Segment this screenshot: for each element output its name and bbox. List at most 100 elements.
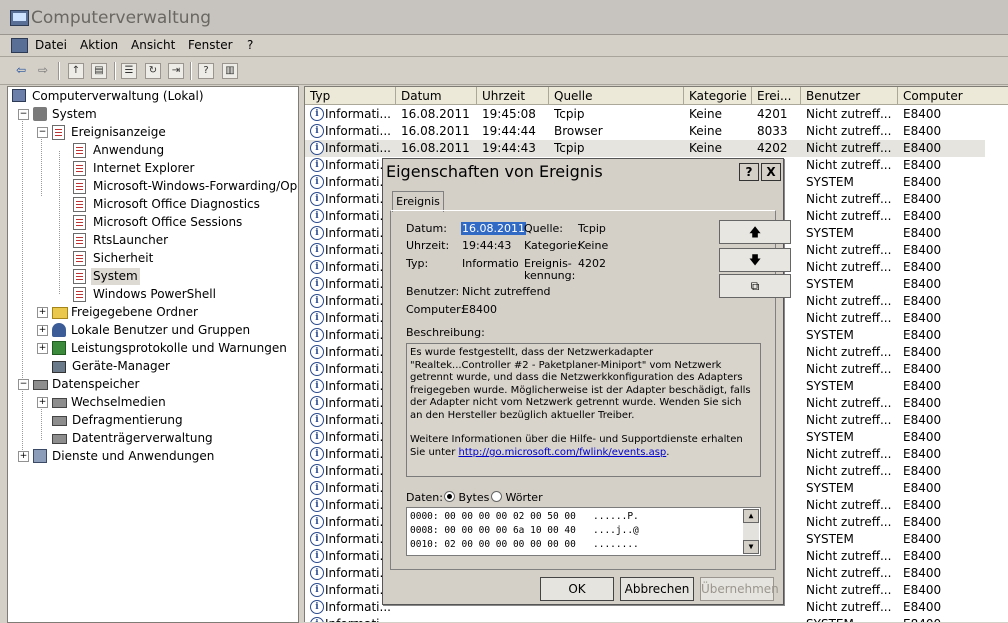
- apply-button[interactable]: Übernehmen: [700, 577, 779, 601]
- column-header-quelle[interactable]: Quelle: [549, 87, 684, 105]
- menu-datei[interactable]: Datei: [35, 38, 67, 52]
- data-label: Daten:: [406, 491, 443, 504]
- cell-user: Nicht zutreff...: [806, 396, 892, 410]
- information-icon: i: [310, 413, 324, 427]
- cell-computer: E8400: [903, 243, 942, 257]
- event-log-icon: [73, 269, 86, 284]
- tab-ereignis[interactable]: Ereignis: [392, 191, 444, 212]
- cell-user: Nicht zutreff...: [806, 515, 892, 529]
- hex-scrollbar[interactable]: ▲ ▼: [743, 509, 759, 554]
- back-arrow-icon[interactable]: ⇦: [12, 61, 30, 79]
- cancel-button[interactable]: Abbrechen: [620, 577, 694, 601]
- show-hide-tree-icon[interactable]: ▤: [91, 63, 107, 79]
- column-header-uhrzeit[interactable]: Uhrzeit: [477, 87, 549, 105]
- cell-computer: E8400: [903, 413, 942, 427]
- cell-computer: E8400: [903, 141, 942, 155]
- refresh-icon[interactable]: ↻: [145, 63, 161, 79]
- column-header-datum[interactable]: Datum: [396, 87, 477, 105]
- cell-computer: E8400: [903, 226, 942, 240]
- cell-computer: E8400: [903, 209, 942, 223]
- table-row[interactable]: i Informati... 16.08.2011 19:44:44 Browser Ke…: [305, 123, 985, 140]
- information-icon: i: [310, 311, 324, 325]
- cell-computer: E8400: [903, 124, 942, 138]
- radio-words[interactable]: Wörter: [491, 491, 543, 504]
- help-topics-icon[interactable]: ▥: [222, 63, 238, 79]
- cell-computer: E8400: [903, 532, 942, 546]
- expand-icon[interactable]: +: [37, 307, 48, 318]
- cell-user: Nicht zutreff...: [806, 549, 892, 563]
- description-link[interactable]: http://go.microsoft.com/fwlink/events.as…: [459, 447, 667, 458]
- cell-computer: E8400: [903, 328, 942, 342]
- cell-computer: E8400: [903, 158, 942, 172]
- collapse-icon[interactable]: −: [18, 109, 29, 120]
- ok-button[interactable]: OK: [540, 577, 614, 601]
- dialog-help-button[interactable]: ?: [739, 163, 759, 181]
- help-icon[interactable]: ?: [198, 63, 214, 79]
- information-icon: i: [310, 532, 324, 546]
- expand-icon[interactable]: +: [37, 397, 48, 408]
- description-box[interactable]: Es wurde festgestellt, dass der Netzwerk…: [406, 343, 761, 477]
- properties-icon[interactable]: ☰: [121, 63, 137, 79]
- radio-bytes-dot[interactable]: [444, 491, 455, 502]
- event-log-icon: [73, 161, 86, 176]
- radio-bytes[interactable]: Bytes: [444, 491, 489, 504]
- cell-user: Nicht zutreff...: [806, 447, 892, 461]
- scroll-up-icon[interactable]: ▲: [743, 509, 759, 523]
- type-value: Information: [462, 257, 518, 270]
- information-icon: i: [310, 583, 324, 597]
- event-log-icon: [73, 251, 86, 266]
- radio-words-dot[interactable]: [491, 491, 502, 502]
- description-more: Weitere Informationen über die Hilfe- un…: [410, 434, 757, 459]
- scroll-down-icon[interactable]: ▼: [743, 540, 759, 554]
- column-header-ereignis[interactable]: Erei...: [752, 87, 801, 105]
- column-header-benutzer[interactable]: Benutzer: [801, 87, 898, 105]
- menu-help[interactable]: ?: [247, 38, 253, 52]
- collapse-icon[interactable]: −: [18, 379, 29, 390]
- cell-computer: E8400: [903, 498, 942, 512]
- hex-data-box[interactable]: 0000: 00 00 00 00 02 00 50 00 ......P. 0…: [406, 507, 761, 556]
- table-row[interactable]: i Informati... 16.08.2011 19:44:43 Tcpip Kein…: [305, 140, 985, 157]
- cell-user: Nicht zutreff...: [806, 413, 892, 427]
- copy-button[interactable]: ⧉: [719, 274, 791, 298]
- cell-user: Nicht zutreff...: [806, 192, 892, 206]
- forward-arrow-icon[interactable]: ⇨: [34, 61, 52, 79]
- menu-ansicht[interactable]: Ansicht: [131, 38, 175, 52]
- menu-aktion[interactable]: Aktion: [80, 38, 118, 52]
- cell-computer: E8400: [903, 311, 942, 325]
- export-list-icon[interactable]: ⇥: [168, 63, 184, 79]
- source-value: Tcpip: [578, 222, 606, 235]
- cell-user: Nicht zutreff...: [806, 566, 892, 580]
- up-folder-icon[interactable]: ↑: [68, 63, 84, 79]
- collapse-icon[interactable]: −: [37, 127, 48, 138]
- next-event-button[interactable]: 🡇: [719, 248, 791, 272]
- cell-time: 19:45:08: [482, 107, 536, 121]
- column-header-computer[interactable]: Computer: [898, 87, 1008, 105]
- column-header-typ[interactable]: Typ: [305, 87, 396, 105]
- dialog-close-button[interactable]: X: [761, 163, 781, 181]
- shared-folder-icon: [52, 307, 68, 319]
- cell-user: Nicht zutreff...: [806, 260, 892, 274]
- hex-line: 0010: 02 00 00 00 00 00 00 00 ........: [410, 539, 639, 550]
- defrag-icon: [52, 416, 67, 426]
- information-icon: i: [310, 226, 324, 240]
- expand-icon[interactable]: +: [18, 451, 29, 462]
- expand-icon[interactable]: +: [37, 325, 48, 336]
- cell-computer: E8400: [903, 192, 942, 206]
- cell-computer: E8400: [903, 549, 942, 563]
- information-icon: i: [310, 158, 324, 172]
- previous-event-button[interactable]: 🡅: [719, 220, 791, 244]
- system-menu-icon[interactable]: [11, 38, 28, 53]
- cell-computer: E8400: [903, 396, 942, 410]
- cell-user: SYSTEM: [806, 430, 854, 444]
- user-label: Benutzer:: [406, 285, 460, 298]
- performance-icon: [52, 341, 66, 355]
- table-row[interactable]: i Informati... 16.08.2011 19:45:08 Tcpip Kein…: [305, 106, 985, 123]
- information-icon: i: [310, 447, 324, 461]
- system-tools-icon: [33, 107, 47, 121]
- table-row[interactable]: iInformati...SYSTEME8400: [305, 616, 985, 622]
- column-header-kategorie[interactable]: Kategorie: [684, 87, 752, 105]
- time-value: 19:44:43: [462, 239, 512, 252]
- menu-fenster[interactable]: Fenster: [188, 38, 233, 52]
- dialog-title: Eigenschaften von Ereignis: [386, 162, 603, 181]
- expand-icon[interactable]: +: [37, 343, 48, 354]
